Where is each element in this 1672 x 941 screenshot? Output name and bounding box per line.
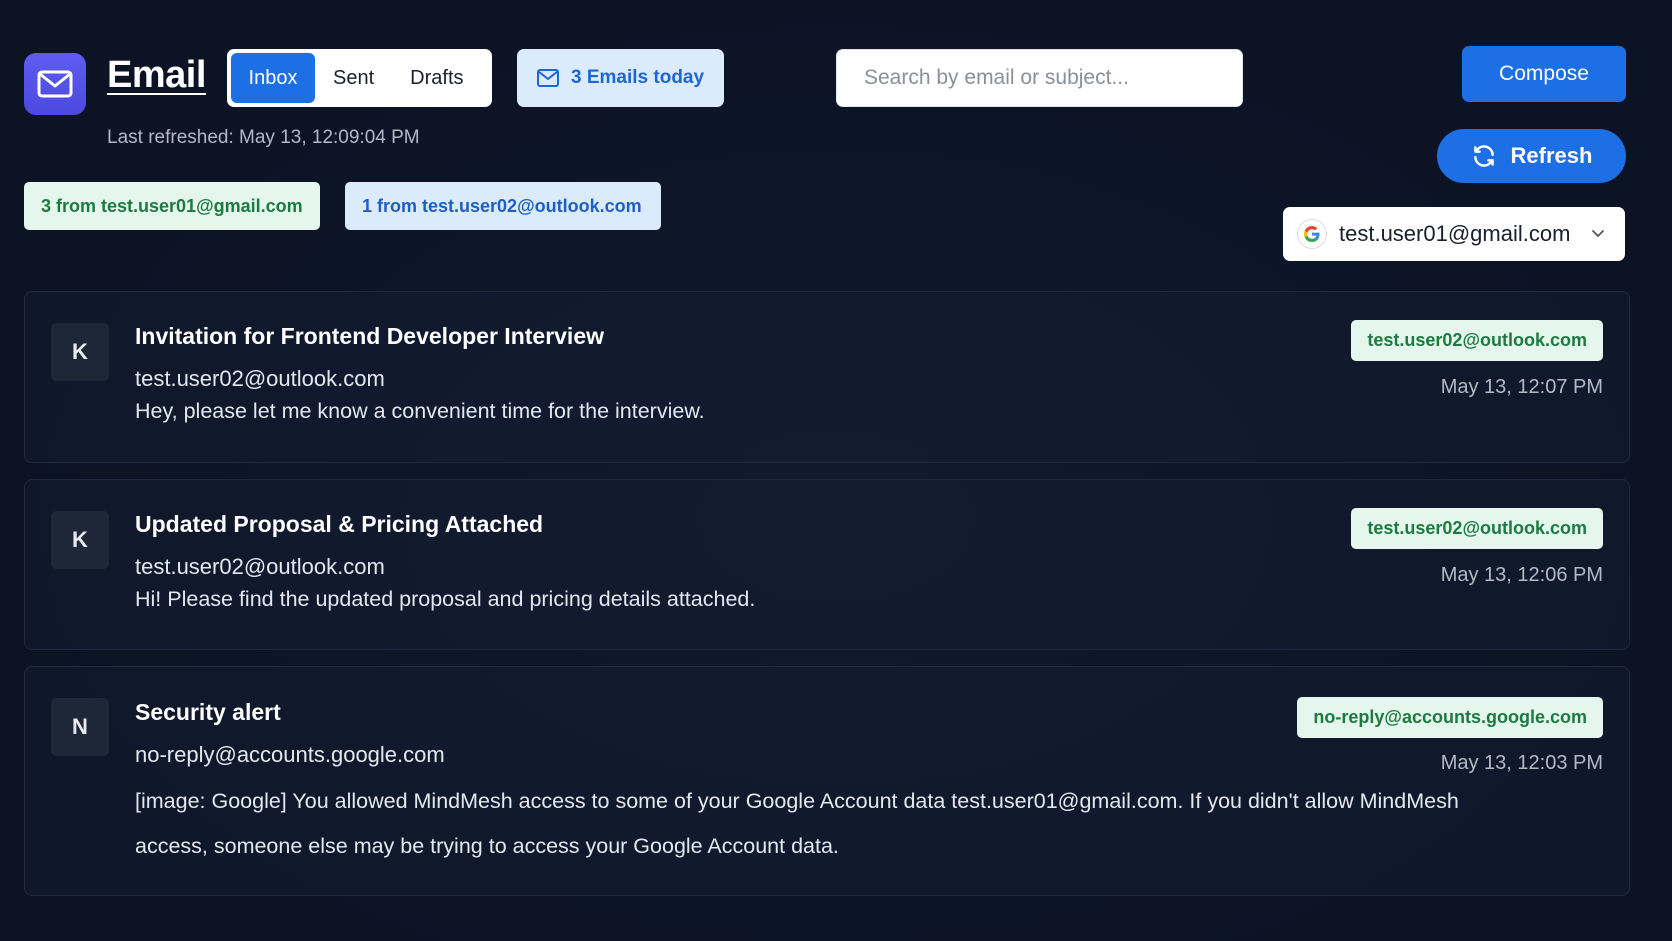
sender-avatar: N bbox=[51, 698, 109, 756]
refresh-label: Refresh bbox=[1510, 143, 1593, 168]
sender-count-chip-gmail[interactable]: 3 from test.user01@gmail.com bbox=[24, 182, 320, 230]
email-preview: [image: Google] You allowed MindMesh acc… bbox=[135, 789, 1459, 858]
sender-avatar: K bbox=[51, 323, 109, 381]
google-icon bbox=[1297, 219, 1327, 249]
email-app-logo bbox=[24, 53, 86, 115]
envelope-icon bbox=[537, 69, 559, 87]
tab-inbox[interactable]: Inbox bbox=[231, 53, 315, 103]
app-title: Email bbox=[107, 54, 206, 96]
mailbox-tabs: Inbox Sent Drafts bbox=[227, 49, 492, 107]
email-subject: Updated Proposal & Pricing Attached bbox=[135, 511, 544, 537]
email-subject: Invitation for Frontend Developer Interv… bbox=[135, 323, 605, 349]
sender-badge: no-reply@accounts.google.com bbox=[1297, 697, 1603, 738]
sender-badge: test.user02@outlook.com bbox=[1351, 508, 1603, 549]
search-input[interactable] bbox=[836, 49, 1243, 107]
chevron-down-icon bbox=[1592, 230, 1604, 238]
email-subject: Security alert bbox=[135, 699, 281, 725]
email-list-item[interactable]: K Invitation for Frontend Developer Inte… bbox=[24, 291, 1630, 463]
emails-today-badge: 3 Emails today bbox=[517, 49, 724, 107]
refresh-button[interactable]: Refresh bbox=[1437, 129, 1626, 183]
tab-drafts[interactable]: Drafts bbox=[392, 53, 481, 103]
email-list-item[interactable]: K Updated Proposal & Pricing Attached te… bbox=[24, 479, 1630, 650]
compose-button[interactable]: Compose bbox=[1462, 46, 1626, 102]
sender-avatar: K bbox=[51, 511, 109, 569]
email-timestamp: May 13, 12:06 PM bbox=[1440, 564, 1603, 586]
account-selector[interactable]: test.user01@gmail.com bbox=[1283, 207, 1625, 261]
email-sender: no-reply@accounts.google.com bbox=[135, 742, 445, 767]
email-timestamp: May 13, 12:03 PM bbox=[1440, 752, 1603, 774]
sender-badge: test.user02@outlook.com bbox=[1351, 320, 1603, 361]
sender-count-chip-outlook[interactable]: 1 from test.user02@outlook.com bbox=[345, 182, 661, 230]
tab-sent[interactable]: Sent bbox=[315, 53, 392, 103]
email-timestamp: May 13, 12:07 PM bbox=[1440, 376, 1603, 398]
email-preview: Hey, please let me know a convenient tim… bbox=[135, 399, 705, 423]
emails-today-label: 3 Emails today bbox=[571, 67, 705, 88]
email-preview: Hi! Please find the updated proposal and… bbox=[135, 587, 756, 611]
last-refreshed-text: Last refreshed: May 13, 12:09:04 PM bbox=[107, 127, 420, 148]
email-list-item[interactable]: N Security alert no-reply@accounts.googl… bbox=[24, 666, 1630, 896]
mail-icon bbox=[37, 70, 73, 98]
account-selected-value: test.user01@gmail.com bbox=[1339, 221, 1571, 246]
refresh-icon bbox=[1473, 145, 1494, 167]
